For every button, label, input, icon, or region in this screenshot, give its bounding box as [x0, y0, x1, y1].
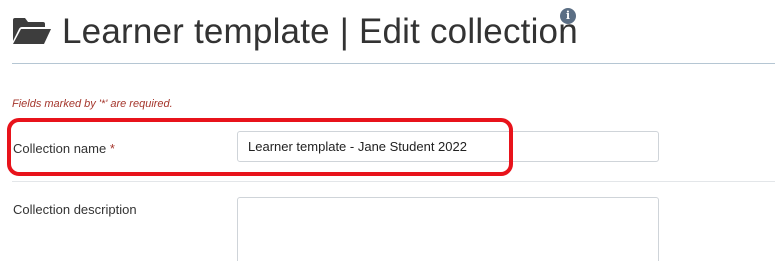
- info-icon[interactable]: i: [560, 8, 576, 24]
- collection-description-textarea[interactable]: [237, 197, 659, 261]
- required-fields-note: Fields marked by '*' are required.: [12, 98, 173, 110]
- edit-collection-page: Learner template | Edit collection i Fie…: [0, 0, 775, 261]
- row-divider: [12, 181, 775, 182]
- collection-description-label: Collection description: [13, 202, 137, 217]
- collection-name-label: Collection name *: [13, 141, 115, 156]
- required-marker: *: [109, 141, 115, 156]
- folder-open-icon: [13, 18, 51, 44]
- collection-name-label-text: Collection name: [13, 141, 107, 156]
- collection-name-input[interactable]: [237, 131, 659, 162]
- page-title: Learner template | Edit collection: [62, 11, 578, 51]
- header-divider: [12, 63, 775, 64]
- page-header: Learner template | Edit collection: [12, 6, 578, 56]
